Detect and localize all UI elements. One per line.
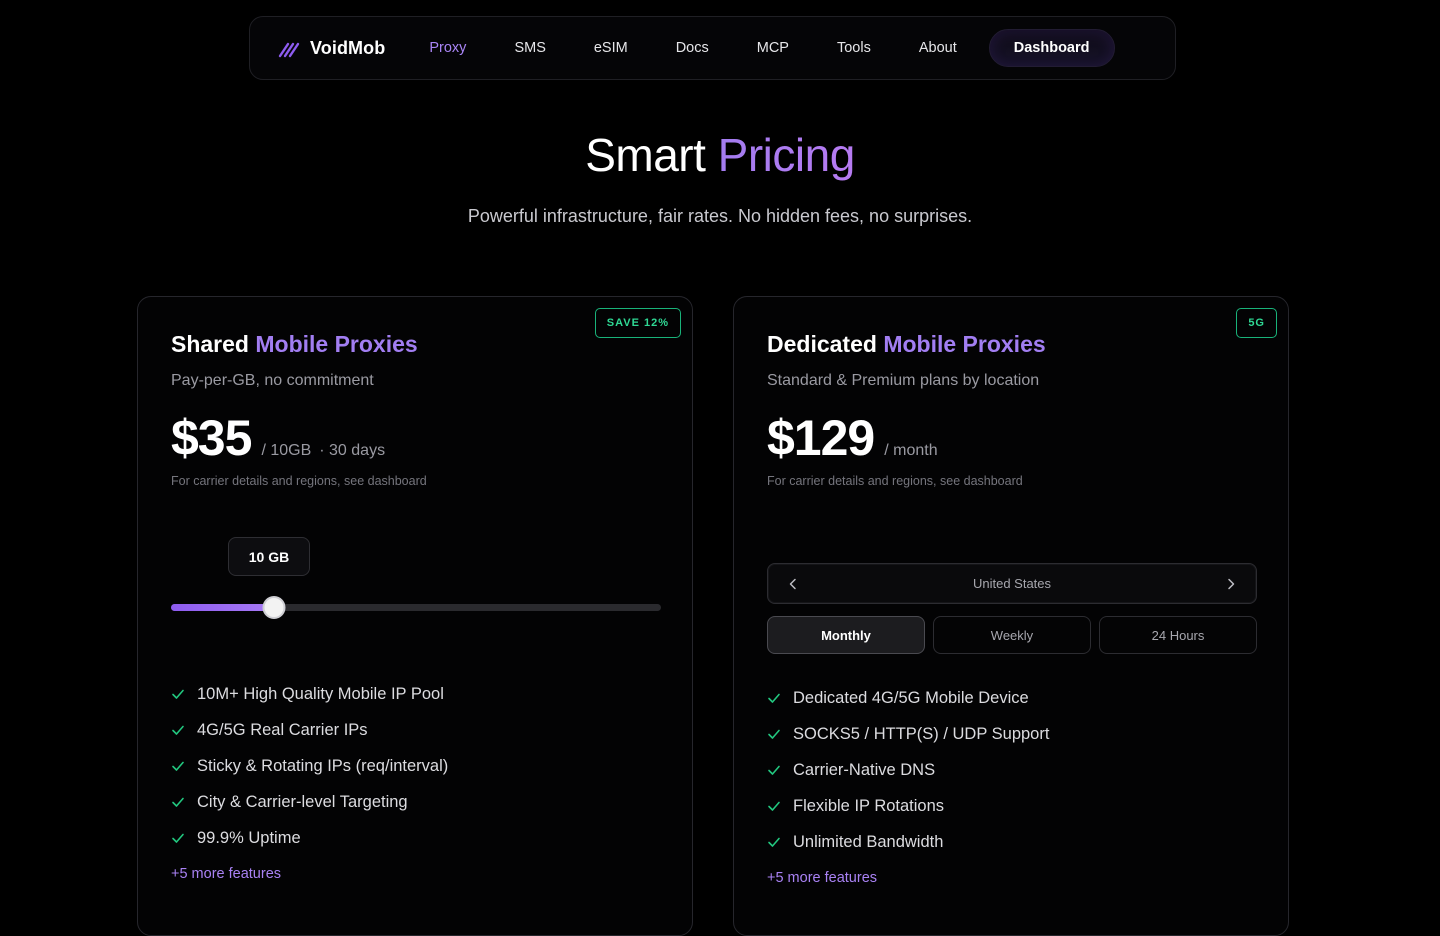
nav-links: Proxy SMS eSIM Docs MCP Tools About <box>405 30 980 66</box>
feature-text: 4G/5G Real Carrier IPs <box>197 720 368 739</box>
feature-text: 99.9% Uptime <box>197 828 301 847</box>
check-icon <box>768 693 780 703</box>
billing-period-tabs: Monthly Weekly 24 Hours <box>767 616 1257 654</box>
shared-price-unit: / 10GB <box>261 442 312 459</box>
gb-slider-thumb[interactable] <box>262 596 286 619</box>
feature-text: Sticky & Rotating IPs (req/interval) <box>197 756 449 775</box>
nav-link-mcp[interactable]: MCP <box>733 30 813 66</box>
check-icon <box>768 765 780 775</box>
shared-features-list: 10M+ High Quality Mobile IP Pool 4G/5G R… <box>171 676 448 856</box>
dedicated-price-note: For carrier details and regions, see das… <box>767 474 1023 488</box>
nav-link-esim[interactable]: eSIM <box>570 30 652 66</box>
dedicated-features-list: Dedicated 4G/5G Mobile Device SOCKS5 / H… <box>767 680 1049 860</box>
save-badge: SAVE 12% <box>594 308 681 338</box>
page-subtitle: Powerful infrastructure, fair rates. No … <box>467 206 973 226</box>
shared-price: $35 <box>171 410 252 466</box>
feature-text: Flexible IP Rotations <box>793 796 945 815</box>
dedicated-title-plain: Dedicated <box>767 331 877 357</box>
nav-link-proxy[interactable]: Proxy <box>405 30 490 66</box>
voidmob-logo-icon <box>278 42 300 58</box>
feature-text: Dedicated 4G/5G Mobile Device <box>793 688 1029 707</box>
shared-more-features-link[interactable]: +5 more features <box>171 866 281 882</box>
tab-weekly[interactable]: Weekly <box>933 616 1091 654</box>
dedicated-price-unit: / month <box>884 442 938 459</box>
page-title: Smart Pricing <box>0 128 1440 182</box>
shared-card-title: Shared Mobile Proxies <box>171 331 418 358</box>
feature-text: 10M+ High Quality Mobile IP Pool <box>197 684 444 703</box>
nav-link-tools[interactable]: Tools <box>813 30 895 66</box>
feature-text: SOCKS5 / HTTP(S) / UDP Support <box>793 724 1050 743</box>
feature-text: Carrier-Native DNS <box>793 760 936 779</box>
shared-price-period: · 30 days <box>319 442 386 459</box>
check-icon <box>768 837 780 847</box>
page-title-accent: Pricing <box>717 129 856 181</box>
shared-proxies-card: SAVE 12% Shared Mobile Proxies Pay-per-G… <box>137 296 693 936</box>
check-icon <box>172 797 184 807</box>
feature-item: 4G/5G Real Carrier IPs <box>171 712 448 748</box>
dashboard-button[interactable]: Dashboard <box>988 29 1115 67</box>
feature-item: Unlimited Bandwidth <box>767 824 1049 860</box>
shared-title-plain: Shared <box>171 331 249 357</box>
tab-monthly[interactable]: Monthly <box>767 616 925 654</box>
dedicated-price: $129 <box>767 410 875 466</box>
gb-slider-track[interactable] <box>171 596 661 619</box>
tab-24-hours[interactable]: 24 Hours <box>1099 616 1257 654</box>
gb-slider-fill <box>171 604 274 611</box>
feature-item: Sticky & Rotating IPs (req/interval) <box>171 748 448 784</box>
shared-title-accent: Mobile Proxies <box>255 331 418 357</box>
feature-item: Dedicated 4G/5G Mobile Device <box>767 680 1049 716</box>
shared-price-note: For carrier details and regions, see das… <box>171 474 427 488</box>
check-icon <box>172 689 184 699</box>
nav-link-docs[interactable]: Docs <box>652 30 733 66</box>
shared-price-row: $35 / 10GB · 30 days <box>171 409 385 467</box>
chevron-right-icon[interactable] <box>1224 577 1238 591</box>
check-icon <box>172 761 184 771</box>
dedicated-proxies-card: 5G Dedicated Mobile Proxies Standard & P… <box>733 296 1289 936</box>
feature-item: City & Carrier-level Targeting <box>171 784 448 820</box>
check-icon <box>768 801 780 811</box>
brand[interactable]: VoidMob <box>276 36 385 60</box>
5g-badge: 5G <box>1236 308 1277 338</box>
slider-value-tooltip: 10 GB <box>228 537 310 576</box>
feature-item: 10M+ High Quality Mobile IP Pool <box>171 676 448 712</box>
check-icon <box>172 725 184 735</box>
dedicated-title-accent: Mobile Proxies <box>883 331 1046 357</box>
chevron-left-icon[interactable] <box>786 577 800 591</box>
feature-item: SOCKS5 / HTTP(S) / UDP Support <box>767 716 1049 752</box>
nav-link-sms[interactable]: SMS <box>490 30 569 66</box>
page-title-plain: Smart <box>585 129 706 181</box>
feature-text: Unlimited Bandwidth <box>793 832 944 851</box>
nav-link-about[interactable]: About <box>895 30 981 66</box>
feature-text: City & Carrier-level Targeting <box>197 792 408 811</box>
dedicated-card-subtitle: Standard & Premium plans by location <box>767 372 1040 389</box>
location-selector: United States <box>767 563 1257 604</box>
shared-card-subtitle: Pay-per-GB, no commitment <box>171 372 374 389</box>
location-label: United States <box>972 576 1052 591</box>
feature-item: 99.9% Uptime <box>171 820 448 856</box>
feature-item: Carrier-Native DNS <box>767 752 1049 788</box>
dedicated-more-features-link[interactable]: +5 more features <box>767 870 877 886</box>
top-navbar: VoidMob Proxy SMS eSIM Docs MCP Tools Ab… <box>249 16 1176 80</box>
check-icon <box>172 833 184 843</box>
feature-item: Flexible IP Rotations <box>767 788 1049 824</box>
dedicated-card-title: Dedicated Mobile Proxies <box>767 331 1046 358</box>
check-icon <box>768 729 780 739</box>
brand-name: VoidMob <box>310 37 386 58</box>
dedicated-price-row: $129 / month <box>767 409 938 467</box>
